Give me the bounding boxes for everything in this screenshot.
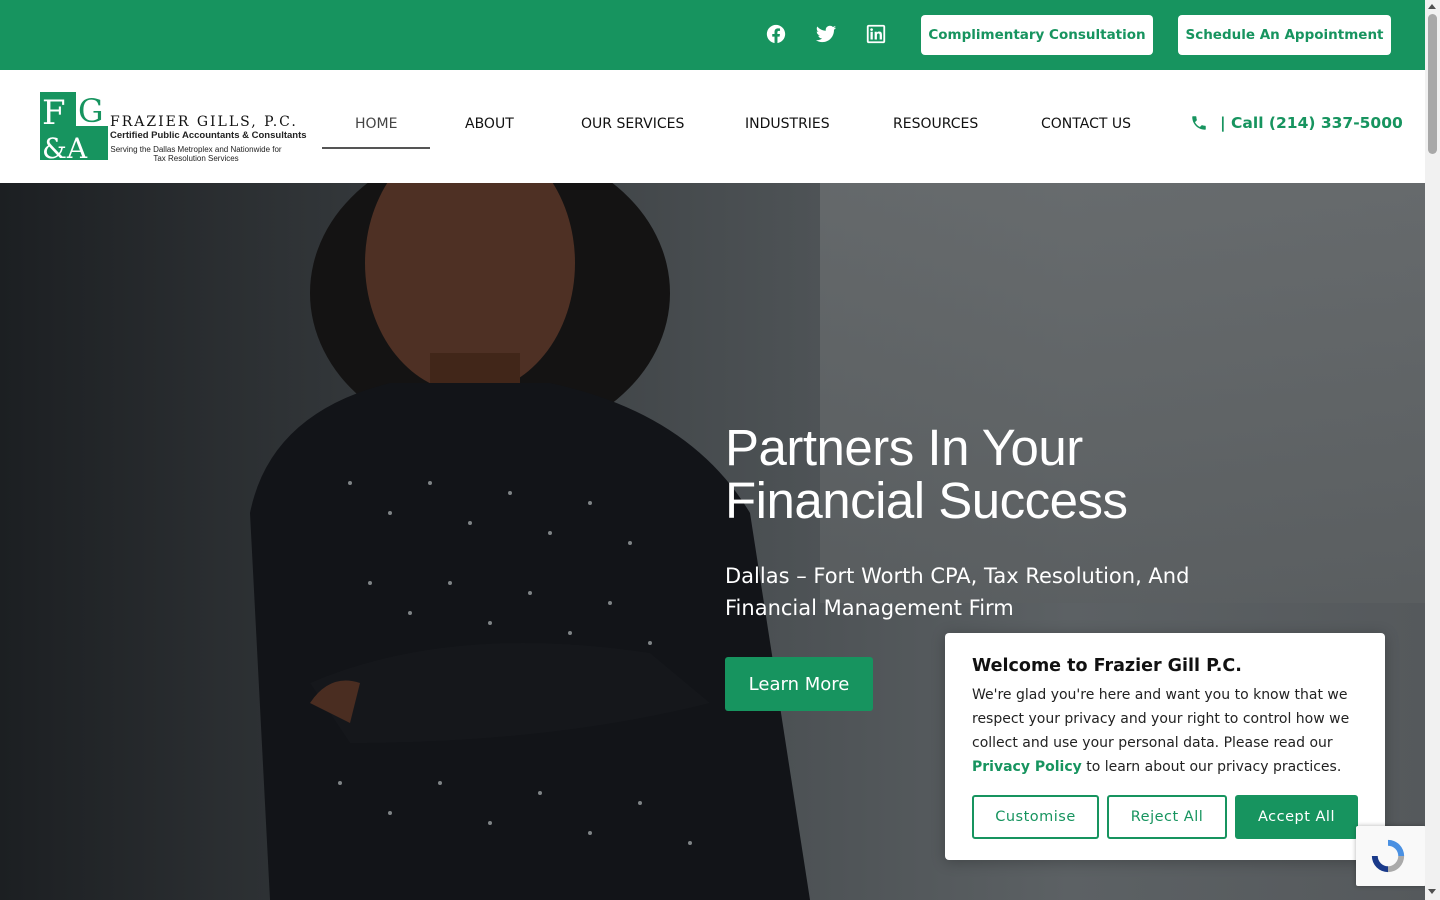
nav-home[interactable]: HOME [355, 116, 397, 132]
recaptcha-badge[interactable] [1356, 826, 1426, 886]
complimentary-consultation-button[interactable]: Complimentary Consultation [921, 15, 1153, 55]
cookie-text: We're glad you're here and want you to k… [972, 683, 1364, 779]
logo-name: FRAZIER GILLS, P.C. [110, 114, 298, 130]
cookie-title: Welcome to Frazier Gill P.C. [972, 656, 1242, 676]
phone-label: | Call (214) 337-5000 [1220, 114, 1403, 132]
hero-background-window [820, 183, 1425, 603]
learn-more-button[interactable]: Learn More [725, 657, 873, 711]
cookie-text-before: We're glad you're here and want you to k… [972, 687, 1350, 751]
scroll-down-arrow-icon[interactable] [1428, 889, 1436, 894]
main-header: F G &A FRAZIER GILLS, P.C. Certified Pub… [0, 70, 1425, 183]
nav-our-services[interactable]: OUR SERVICES [581, 116, 684, 132]
accept-all-button[interactable]: Accept All [1235, 795, 1358, 839]
linkedin-icon[interactable] [864, 22, 888, 46]
nav-resources[interactable]: RESOURCES [893, 116, 978, 132]
hero-title: Partners In Your Financial Success [725, 421, 1128, 527]
hero-title-line-2: Financial Success [725, 472, 1128, 529]
logo-mark-icon: F G &A [40, 92, 108, 160]
nav-industries[interactable]: INDUSTRIES [745, 116, 830, 132]
logo-subtitle: Certified Public Accountants & Consultan… [110, 130, 307, 141]
nav-contact-us[interactable]: CONTACT US [1041, 116, 1131, 132]
hero-title-line-1: Partners In Your [725, 419, 1083, 476]
scroll-up-arrow-icon[interactable] [1428, 4, 1436, 9]
reject-all-button[interactable]: Reject All [1107, 795, 1227, 839]
logo-tagline: Serving the Dallas Metroplex and Nationw… [110, 145, 282, 163]
page-scrollbar[interactable] [1425, 0, 1440, 900]
scroll-thumb[interactable] [1428, 14, 1437, 154]
top-bar: Complimentary Consultation Schedule An A… [0, 0, 1425, 70]
privacy-policy-link[interactable]: Privacy Policy [972, 759, 1082, 775]
call-phone-link[interactable]: | Call (214) 337-5000 [1190, 114, 1403, 132]
svg-text:G: G [78, 92, 104, 130]
nav-about[interactable]: ABOUT [465, 116, 514, 132]
phone-icon [1192, 116, 1206, 130]
customise-button[interactable]: Customise [972, 795, 1099, 839]
cookie-consent-dialog: Welcome to Frazier Gill P.C. We're glad … [945, 633, 1385, 860]
cookie-text-after: to learn about our privacy practices. [1081, 759, 1342, 775]
svg-text:&A: &A [42, 132, 88, 160]
nav-active-underline [322, 147, 430, 149]
svg-text:F: F [42, 93, 66, 133]
logo[interactable]: F G &A FRAZIER GILLS, P.C. Certified Pub… [40, 92, 307, 164]
hero-subtitle: Dallas – Fort Worth CPA, Tax Resolution,… [725, 564, 1190, 620]
hero-person-image [250, 183, 810, 900]
twitter-icon[interactable] [814, 22, 838, 46]
facebook-icon[interactable] [764, 22, 788, 46]
recaptcha-icon [1371, 839, 1405, 873]
schedule-appointment-button[interactable]: Schedule An Appointment [1178, 15, 1391, 55]
